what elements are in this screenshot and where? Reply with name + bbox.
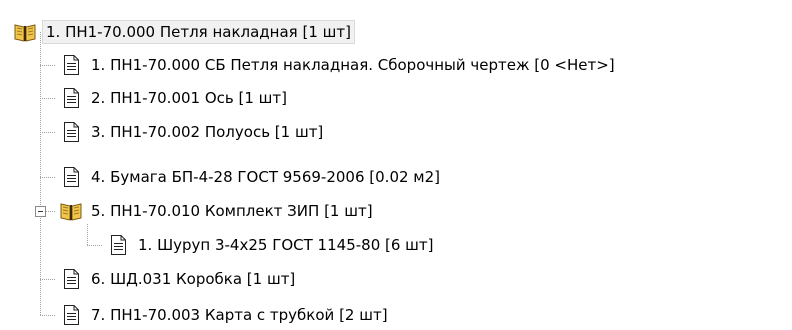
tree-item-label: 7. ПН1-70.003 Карта с трубкой [2 шт] — [91, 306, 388, 324]
tree-item[interactable]: 2. ПН1-70.001 Ось [1 шт] — [60, 83, 290, 113]
tree-item[interactable]: 1. ПН1-70.000 СБ Петля накладная. Сбороч… — [60, 50, 618, 80]
book-icon — [60, 200, 82, 222]
tree-item-label: 5. ПН1-70.010 Комплект ЗИП [1 шт] — [91, 202, 373, 220]
tree-root-item[interactable]: 1. ПН1-70.000 Петля накладная [1 шт] — [14, 17, 355, 47]
book-icon — [14, 21, 36, 43]
document-icon — [60, 268, 82, 290]
collapse-toggle-icon[interactable] — [35, 206, 46, 217]
document-icon — [60, 166, 82, 188]
tree-item-expanded[interactable]: 5. ПН1-70.010 Комплект ЗИП [1 шт] — [60, 196, 376, 226]
document-icon — [60, 87, 82, 109]
document-icon — [60, 304, 82, 326]
tree-item-label: 1. Шуруп 3-4х25 ГОСТ 1145-80 [6 шт] — [138, 236, 434, 254]
tree-item-label: 4. Бумага БП-4-28 ГОСТ 9569-2006 [0.02 м… — [91, 168, 441, 186]
tree-item-label: 1. ПН1-70.000 Петля накладная [1 шт] — [42, 20, 355, 44]
tree-item-label: 1. ПН1-70.000 СБ Петля накладная. Сбороч… — [91, 56, 615, 74]
tree-item-label: 3. ПН1-70.002 Полуось [1 шт] — [91, 123, 324, 141]
assembly-tree: 1. ПН1-70.000 Петля накладная [1 шт] 1. … — [0, 0, 792, 330]
tree-item[interactable]: 1. Шуруп 3-4х25 ГОСТ 1145-80 [6 шт] — [107, 230, 436, 260]
tree-item[interactable]: 4. Бумага БП-4-28 ГОСТ 9569-2006 [0.02 м… — [60, 162, 443, 192]
tree-item[interactable]: 3. ПН1-70.002 Полуось [1 шт] — [60, 117, 326, 147]
document-icon — [60, 121, 82, 143]
document-icon — [60, 54, 82, 76]
document-icon — [107, 234, 129, 256]
tree-item[interactable]: 7. ПН1-70.003 Карта с трубкой [2 шт] — [60, 300, 391, 330]
tree-item-label: 2. ПН1-70.001 Ось [1 шт] — [91, 89, 287, 107]
tree-item[interactable]: 6. ШД.031 Коробка [1 шт] — [60, 264, 298, 294]
tree-item-label: 6. ШД.031 Коробка [1 шт] — [91, 270, 296, 288]
